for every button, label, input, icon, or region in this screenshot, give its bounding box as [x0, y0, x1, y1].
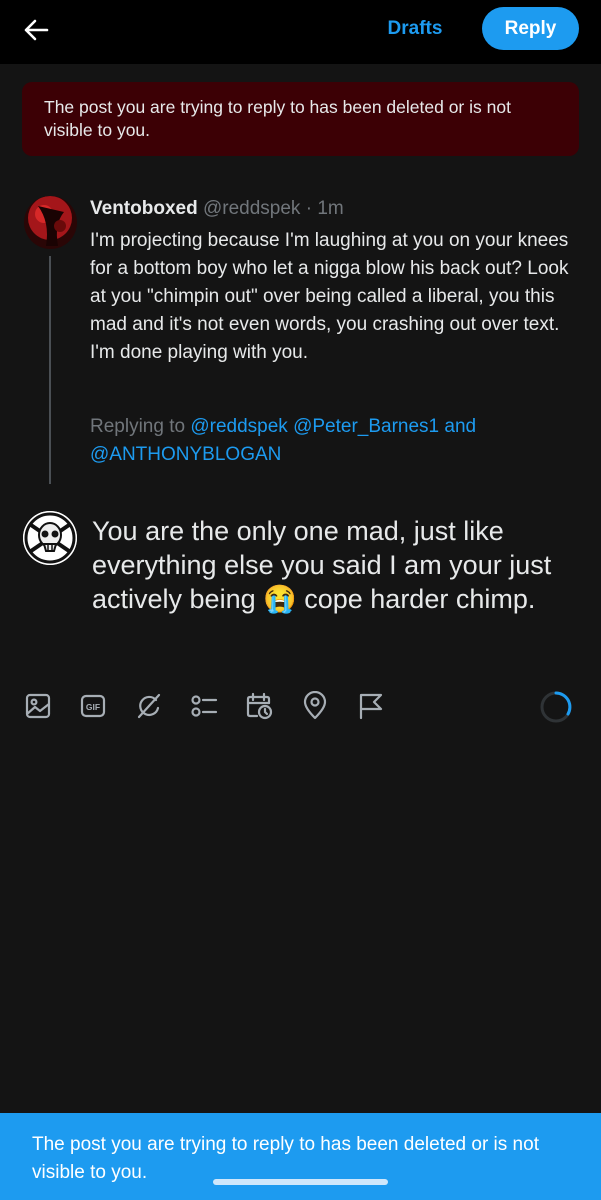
error-banner-text: The post you are trying to reply to has … [44, 97, 511, 140]
bottom-toast: The post you are trying to reply to has … [0, 1113, 601, 1200]
gif-label: GIF [86, 702, 100, 712]
display-name[interactable]: Ventoboxed [90, 198, 198, 219]
top-bar: Drafts Reply [0, 0, 601, 64]
grok-icon[interactable] [133, 690, 165, 722]
avatar-image [24, 196, 77, 249]
user-handle[interactable]: @reddspek [203, 198, 300, 219]
skull-avatar-image [23, 511, 77, 565]
bottom-toast-text: The post you are trying to reply to has … [32, 1134, 539, 1183]
gif-icon: GIF [80, 694, 106, 718]
back-button[interactable] [20, 14, 52, 46]
replying-to: Replying to @reddspek @Peter_Barnes1 and… [90, 413, 560, 469]
mention-peter-barnes1[interactable]: @Peter_Barnes1 [293, 416, 439, 437]
character-count-ring [540, 691, 572, 723]
flag-icon[interactable] [355, 690, 387, 722]
tweet-time: 1m [317, 198, 344, 219]
arrow-left-icon [24, 19, 49, 41]
gif-button[interactable]: GIF [77, 690, 109, 722]
thread-line [49, 256, 51, 484]
parent-tweet-body: I'm projecting because I'm laughing at y… [90, 230, 569, 363]
replying-and[interactable]: and [444, 416, 476, 437]
image-icon[interactable] [22, 690, 54, 722]
header-separator: · [300, 198, 318, 219]
replying-prefix: Replying to [90, 416, 186, 437]
schedule-icon[interactable] [244, 690, 276, 722]
compose-text-end: cope harder chimp. [296, 584, 536, 614]
mention-reddspek[interactable]: @reddspek [190, 416, 287, 437]
parent-tweet-header: Ventoboxed @reddspek · 1m [90, 196, 344, 222]
drafts-button[interactable]: Drafts [372, 16, 458, 42]
crying-emoji: 😭 [263, 584, 297, 614]
composer-avatar[interactable] [23, 511, 77, 565]
parent-tweet-avatar[interactable] [24, 196, 77, 249]
mention-anthonyblogan[interactable]: @ANTHONYBLOGAN [90, 444, 281, 465]
error-banner: The post you are trying to reply to has … [22, 82, 579, 156]
home-indicator[interactable] [213, 1179, 388, 1185]
reply-button[interactable]: Reply [482, 7, 579, 50]
compose-input[interactable]: You are the only one mad, just like ever… [92, 514, 587, 616]
location-icon[interactable] [299, 690, 331, 722]
poll-icon[interactable] [188, 690, 220, 722]
